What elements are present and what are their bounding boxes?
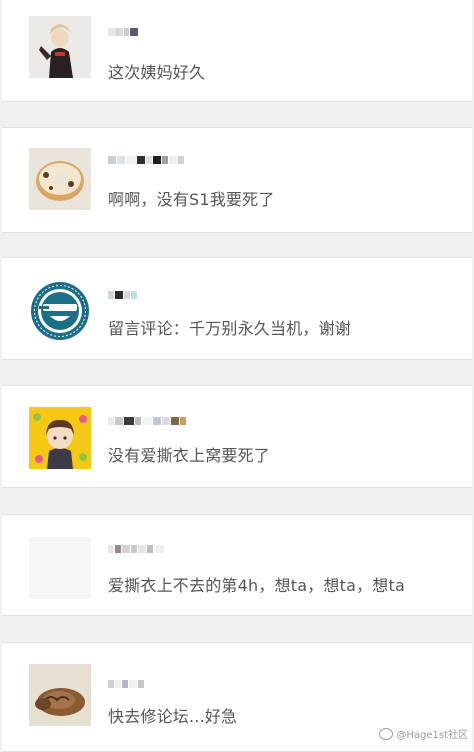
username-blurred [108, 542, 165, 556]
weibo-watermark: @Hage1st社区 [379, 726, 468, 741]
comment-text: 这次姨妈好久 [108, 63, 206, 82]
username-blurred [108, 414, 187, 428]
username-blurred [108, 288, 138, 302]
weibo-logo-icon [379, 727, 394, 740]
comment-card: 啊啊，没有S1我要死了 [2, 127, 472, 233]
comment-text: 爱撕衣上不去的第4h，想ta，想ta，想ta [108, 576, 405, 595]
donut-avatar[interactable] [29, 148, 91, 210]
username-blurred [108, 153, 185, 167]
comment-text: 没有爱撕衣上窝要死了 [108, 446, 271, 465]
comment-card: 留言评论：千万别永久当机，谢谢 [2, 257, 472, 360]
laughing-man-logo-avatar[interactable] [29, 280, 91, 342]
comment-card: 没有爱撕衣上窝要死了 [2, 385, 472, 488]
comment-card: 这次姨妈好久 [2, 0, 472, 102]
comment-card: 爱撕衣上不去的第4h，想ta，想ta，想ta [2, 514, 472, 616]
watermark-text: @Hage1st社区 [396, 730, 468, 741]
anime-character-avatar[interactable] [29, 16, 91, 78]
chibi-boy-avatar[interactable] [29, 407, 91, 469]
sleeping-cat-avatar[interactable] [29, 664, 91, 726]
username-blurred [108, 677, 145, 691]
blank-avatar[interactable] [29, 537, 91, 599]
comment-text: 快去修论坛...好急 [108, 707, 238, 726]
comment-text: 啊啊，没有S1我要死了 [108, 190, 275, 209]
comment-text: 留言评论：千万别永久当机，谢谢 [108, 319, 352, 338]
username-blurred [108, 25, 139, 39]
